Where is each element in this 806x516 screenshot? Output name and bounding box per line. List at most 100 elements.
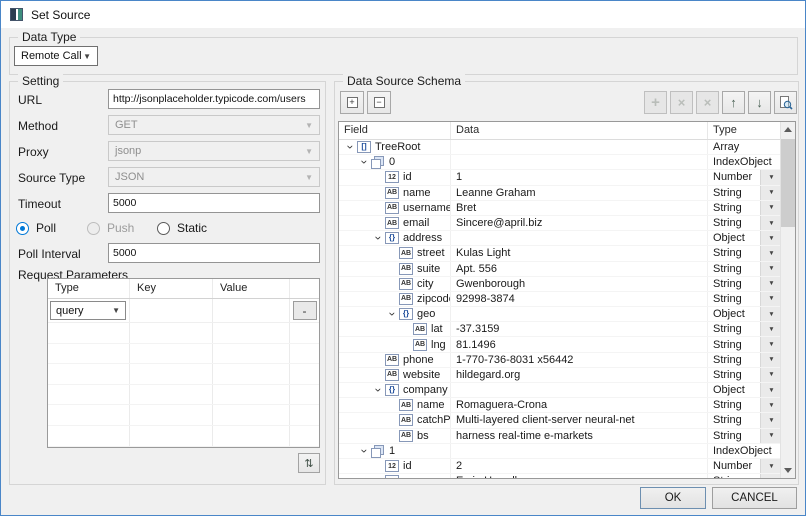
tree-row[interactable]: ABstreetKulas LightString▼ (339, 246, 780, 261)
index-icon (371, 156, 385, 168)
preview-button[interactable] (774, 91, 797, 114)
scroll-up-button[interactable] (781, 122, 795, 137)
type-dropdown-button[interactable]: ▼ (760, 383, 780, 397)
scrollbar-track[interactable] (781, 137, 795, 463)
chevron-down-icon[interactable]: › (387, 308, 399, 321)
radio-poll[interactable]: Poll (16, 220, 56, 236)
type-dropdown-button[interactable]: ▼ (760, 307, 780, 321)
param-table-empty-row[interactable] (48, 323, 319, 344)
type-dropdown-button[interactable]: ▼ (760, 277, 780, 291)
tree-row[interactable]: ABsuiteApt. 556String▼ (339, 262, 780, 277)
tree-row[interactable]: ›0IndexObject (339, 155, 780, 170)
tree-vertical-scrollbar[interactable] (780, 122, 795, 478)
type-dropdown-button[interactable]: ▼ (760, 216, 780, 230)
string-icon: AB (399, 247, 413, 259)
type-dropdown-button[interactable]: ▼ (760, 262, 780, 276)
tree-row[interactable]: ABemailSincere@april.bizString▼ (339, 216, 780, 231)
chevron-down-icon[interactable]: › (359, 156, 371, 169)
string-icon: AB (385, 187, 399, 199)
data-type-select[interactable]: Remote Call ▼ (14, 46, 98, 66)
type-dropdown-button[interactable]: ▼ (760, 292, 780, 306)
tree-row[interactable]: ›1IndexObject (339, 444, 780, 459)
type-dropdown-button[interactable]: ▼ (760, 231, 780, 245)
tree-row[interactable]: ABcatchPhraseMulti-layered client-server… (339, 413, 780, 428)
type-dropdown-button[interactable]: ▼ (760, 459, 780, 473)
tree-row[interactable]: ABnameLeanne GrahamString▼ (339, 186, 780, 201)
type-dropdown-button[interactable]: ▼ (760, 186, 780, 200)
type-dropdown-button[interactable]: ▼ (760, 398, 780, 412)
chevron-down-icon[interactable]: › (373, 384, 385, 397)
move-up-button[interactable]: ↑ (722, 91, 745, 114)
tree-header: Field Data Type (339, 122, 780, 140)
param-type-select[interactable]: query ▼ (50, 301, 126, 320)
tree-type-cell: String (708, 186, 760, 200)
refresh-button[interactable]: ⇅ (298, 453, 320, 473)
chevron-down-icon[interactable]: › (373, 232, 385, 245)
move-down-button[interactable]: ↓ (748, 91, 771, 114)
tree-data-cell (451, 444, 708, 458)
type-dropdown-button[interactable]: ▼ (760, 413, 780, 427)
proxy-select[interactable]: jsonp ▼ (108, 141, 320, 161)
tree-row[interactable]: ABzipcode92998-3874String▼ (339, 292, 780, 307)
tree-row[interactable]: ABnameRomaguera-CronaString▼ (339, 398, 780, 413)
type-dropdown-button[interactable]: ▼ (760, 368, 780, 382)
method-select[interactable]: GET ▼ (108, 115, 320, 135)
type-dropdown-button[interactable]: ▼ (760, 429, 780, 443)
type-dropdown-button[interactable]: ▼ (760, 246, 780, 260)
tree-row[interactable]: ›{}companyObject▼ (339, 383, 780, 398)
param-cell (130, 385, 213, 405)
tree-row[interactable]: ABcityGwenboroughString▼ (339, 277, 780, 292)
param-table-empty-row[interactable] (48, 344, 319, 365)
collapse-all-button[interactable]: − (367, 91, 391, 114)
url-input[interactable] (108, 89, 320, 109)
tree-row[interactable]: ABusernameBretString▼ (339, 201, 780, 216)
type-dropdown-button[interactable]: ▼ (760, 322, 780, 336)
tree-row[interactable]: 12id1Number▼ (339, 170, 780, 185)
add-field-button[interactable]: + (644, 91, 667, 114)
tree-row[interactable]: ABwebsitehildegard.orgString▼ (339, 368, 780, 383)
param-table-empty-row[interactable] (48, 385, 319, 406)
source-type-label: Source Type (18, 171, 85, 185)
delete-field-button[interactable]: × (670, 91, 693, 114)
tree-row[interactable]: 12id2Number▼ (339, 459, 780, 474)
tree-main: Field Data Type ›[]TreeRootArray›0IndexO… (339, 122, 780, 478)
tree-row[interactable]: ABlng81.1496String▼ (339, 337, 780, 352)
tree-row[interactable]: ›[]TreeRootArray (339, 140, 780, 155)
scroll-down-button[interactable] (781, 463, 795, 478)
source-type-select[interactable]: JSON ▼ (108, 167, 320, 187)
param-table-empty-row[interactable] (48, 426, 319, 447)
tree-row[interactable]: ABbsharness real-time e-marketsString▼ (339, 429, 780, 444)
type-dropdown-button[interactable]: ▼ (760, 201, 780, 215)
radio-push[interactable]: Push (87, 220, 134, 236)
ok-button[interactable]: OK (640, 487, 706, 509)
chevron-down-icon[interactable]: › (345, 141, 357, 154)
type-dropdown-button[interactable]: ▼ (760, 353, 780, 367)
collapse-all-icon: − (374, 97, 385, 108)
poll-interval-input[interactable] (108, 243, 320, 263)
cancel-button[interactable]: CANCEL (712, 487, 797, 509)
tree-row[interactable]: ABnameErvin HowellString▼ (339, 474, 780, 478)
remove-parameter-button[interactable]: - (293, 301, 317, 320)
type-dropdown-button[interactable]: ▼ (760, 170, 780, 184)
chevron-down-icon[interactable]: › (359, 444, 371, 457)
tree-row[interactable]: ›{}addressObject▼ (339, 231, 780, 246)
type-dropdown-button[interactable]: ▼ (760, 337, 780, 351)
type-dropdown-button[interactable]: ▼ (760, 474, 780, 478)
index-icon (371, 445, 385, 457)
scrollbar-thumb[interactable] (781, 139, 795, 227)
param-table-empty-row[interactable] (48, 364, 319, 385)
tree-row[interactable]: ABphone1-770-736-8031 x56442String▼ (339, 353, 780, 368)
param-value-cell[interactable] (213, 299, 290, 322)
tree-row[interactable]: ›{}geoObject▼ (339, 307, 780, 322)
tree-field-cell: ABsuite (339, 262, 451, 276)
delete-all-button[interactable]: × (696, 91, 719, 114)
tree-row[interactable]: ABlat-37.3159String▼ (339, 322, 780, 337)
source-type-selected-value: JSON (115, 171, 144, 183)
tree-data-cell: 2 (451, 459, 708, 473)
param-key-cell[interactable] (130, 299, 213, 322)
timeout-input[interactable] (108, 193, 320, 213)
tree-field-label: lng (431, 339, 446, 351)
radio-static[interactable]: Static (157, 220, 207, 236)
expand-all-button[interactable]: + (340, 91, 364, 114)
param-table-empty-row[interactable] (48, 405, 319, 426)
